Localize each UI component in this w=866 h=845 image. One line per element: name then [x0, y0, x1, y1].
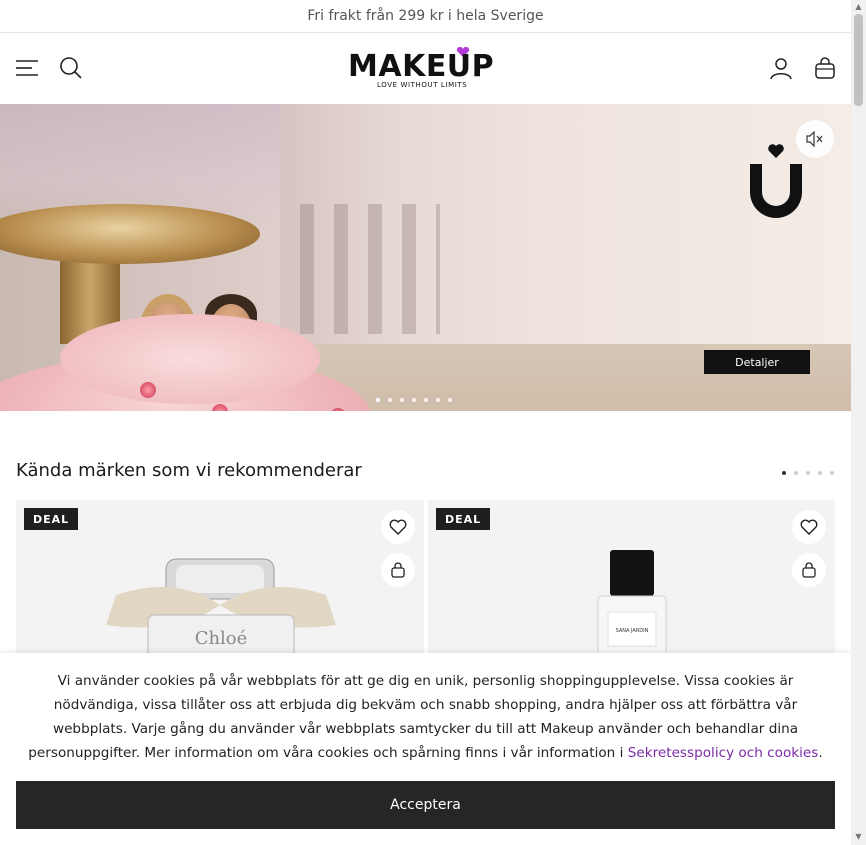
heart-icon: [389, 519, 407, 535]
bag-icon: [391, 562, 405, 578]
account-icon: [770, 58, 792, 80]
sana-jardin-perfume-image: SANA JARDIN: [597, 550, 667, 658]
logo-wordmark: MAKEUP: [348, 49, 495, 84]
brand-heart-u-icon: [750, 144, 802, 218]
section-dot[interactable]: [818, 471, 822, 475]
logo-tagline: LOVE WITHOUT LIMITS: [377, 81, 468, 89]
deal-badge: DEAL: [436, 508, 491, 530]
cookie-message-end: .: [818, 745, 823, 761]
hero-fountain-top: [0, 204, 260, 264]
hero-dot[interactable]: [448, 398, 452, 402]
bag-icon: [802, 562, 816, 578]
cart-button[interactable]: [812, 55, 838, 81]
section-dot[interactable]: [782, 471, 786, 475]
hero-dot[interactable]: [400, 398, 404, 402]
hero-dot[interactable]: [436, 398, 440, 402]
add-to-bag-button[interactable]: [381, 553, 415, 587]
deal-badge: DEAL: [24, 508, 79, 530]
hero-carousel-dots: [376, 398, 452, 402]
site-logo[interactable]: MAKEUP LOVE WITHOUT LIMITS: [348, 46, 504, 92]
chloe-label: Chloé: [195, 628, 248, 649]
menu-button[interactable]: [14, 55, 40, 81]
scroll-down-arrow-icon[interactable]: ▼: [854, 832, 863, 842]
hero-foam-front: [60, 314, 320, 404]
promo-text: Fri frakt från 299 kr i hela Sverige: [307, 8, 544, 24]
scrollbar-thumb[interactable]: [854, 14, 863, 106]
hero-dot[interactable]: [388, 398, 392, 402]
cookie-banner: Vi använder cookies på vår webbplats för…: [0, 653, 851, 845]
page-scrollbar[interactable]: ▲ ▼: [851, 0, 866, 845]
mute-button[interactable]: [796, 120, 834, 158]
section-title: Kända märken som vi rekommenderar: [16, 460, 362, 481]
site-header: MAKEUP LOVE WITHOUT LIMITS: [0, 33, 851, 105]
hero-dot[interactable]: [424, 398, 428, 402]
bag-icon: [815, 57, 835, 79]
hero-banner[interactable]: Detaljer: [0, 104, 851, 411]
section-dot[interactable]: [794, 471, 798, 475]
details-button[interactable]: Detaljer: [704, 350, 810, 374]
wishlist-button[interactable]: [381, 510, 415, 544]
search-button[interactable]: [58, 55, 84, 81]
hero-dot[interactable]: [376, 398, 380, 402]
section-dot[interactable]: [806, 471, 810, 475]
section-carousel-dots: [782, 471, 834, 475]
mute-icon: [806, 131, 823, 147]
menu-icon: [16, 60, 38, 76]
cookie-text: Vi använder cookies på vår webbplats för…: [16, 669, 835, 765]
heart-icon: [800, 519, 818, 535]
privacy-policy-link[interactable]: Sekretesspolicy och cookies: [628, 745, 819, 761]
hero-windows: [300, 204, 440, 334]
rose-decoration: [140, 382, 156, 398]
account-button[interactable]: [768, 55, 794, 81]
accept-cookies-button[interactable]: Acceptera: [16, 781, 835, 829]
hero-dot[interactable]: [412, 398, 416, 402]
search-icon: [60, 57, 82, 79]
section-dot[interactable]: [830, 471, 834, 475]
chloe-perfume-image: Chloé: [106, 558, 336, 665]
sana-jardin-label: SANA JARDIN: [616, 628, 649, 634]
wishlist-button[interactable]: [792, 510, 826, 544]
promo-bar: Fri frakt från 299 kr i hela Sverige: [0, 0, 851, 33]
add-to-bag-button[interactable]: [792, 553, 826, 587]
scroll-up-arrow-icon[interactable]: ▲: [854, 2, 863, 12]
